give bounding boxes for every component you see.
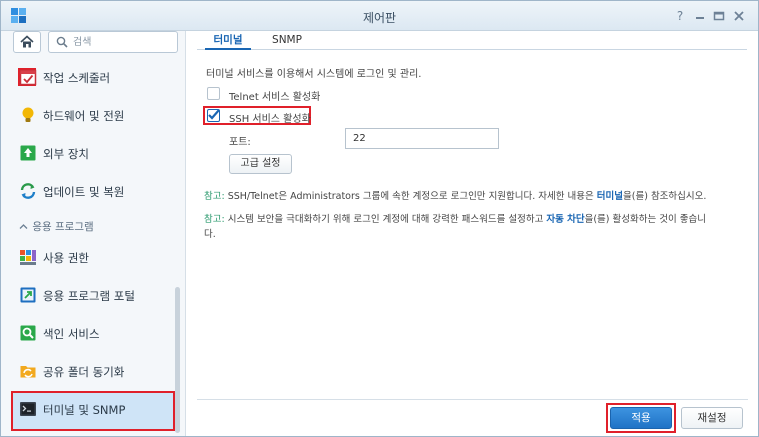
sidebar-item-label: 응용 프로그램 포털 [43, 289, 135, 303]
port-input[interactable] [345, 128, 499, 149]
external-device-icon [20, 145, 36, 161]
home-icon [20, 35, 34, 48]
sidebar-item-terminal-snmp[interactable]: 터미널 및 SNMP [11, 391, 175, 431]
sidebar-item-label: 터미널 및 SNMP [43, 403, 126, 417]
ssh-checkbox[interactable] [207, 109, 220, 122]
note-text: SSH/Telnet은 Administrators 그룹에 속한 계정으로 로… [224, 191, 597, 202]
lightbulb-icon [22, 107, 34, 122]
sidebar-item-label: 작업 스케줄러 [43, 71, 111, 85]
minimize-icon[interactable] [693, 9, 707, 23]
app-portal-icon [20, 287, 36, 303]
terminal-help-link[interactable]: 터미널 [597, 191, 623, 202]
footer-divider [197, 399, 748, 400]
auto-block-link[interactable]: 자동 차단 [546, 214, 584, 225]
maximize-icon[interactable] [712, 9, 726, 23]
tab-snmp[interactable]: SNMP [261, 31, 313, 50]
search-input[interactable] [73, 34, 173, 50]
note-prefix: 참고: [204, 191, 225, 202]
sidebar-item-privileges[interactable]: 사용 권한 [11, 239, 175, 275]
note-prefix: 참고: [204, 214, 225, 225]
help-icon[interactable]: ? [673, 9, 687, 23]
apply-button[interactable]: 적용 [610, 407, 672, 429]
sidebar-item-label: 외부 장치 [43, 147, 89, 161]
note-text: 시스템 보안을 극대화하기 위해 로그인 계정에 대해 강력한 패스워드를 설정… [224, 214, 547, 225]
telnet-label: Telnet 서비스 활성화 [229, 92, 321, 103]
main-content: 터미널 SNMP 터미널 서비스를 이용해서 시스템에 로그인 및 관리. Te… [187, 31, 758, 436]
sidebar-item-label: 사용 권한 [43, 251, 89, 265]
sidebar-item-shared-folder-sync[interactable]: 공유 폴더 동기화 [11, 353, 175, 389]
note-text-suffix: 을(를) 참조하십시오. [623, 191, 707, 202]
terminal-icon [20, 402, 36, 416]
sidebar-item-label: 하드웨어 및 전원 [43, 109, 125, 123]
folder-sync-icon [20, 366, 36, 378]
section-header-applications[interactable]: 응용 프로그램 [19, 219, 94, 234]
title-bar[interactable]: 제어판 ? [1, 1, 758, 31]
update-restore-icon [20, 183, 36, 199]
advanced-settings-button[interactable]: 고급 설정 [229, 154, 292, 174]
sidebar-item-label: 색인 서비스 [43, 327, 100, 341]
reset-button[interactable]: 재설정 [681, 407, 743, 429]
privileges-icon [20, 250, 36, 265]
checkmark-icon [208, 109, 220, 120]
window-title: 제어판 [362, 11, 397, 25]
sidebar-item-indexing-service[interactable]: 색인 서비스 [11, 315, 175, 351]
sidebar-item-label: 업데이트 및 복원 [43, 185, 125, 199]
telnet-checkbox[interactable] [207, 87, 220, 100]
home-button[interactable] [13, 31, 41, 53]
indexing-icon [20, 325, 36, 341]
chevron-up-icon [19, 221, 29, 233]
sidebar-item-task-scheduler[interactable]: 작업 스케줄러 [11, 59, 175, 95]
sidebar-item-application-portal[interactable]: 응용 프로그램 포털 [11, 277, 175, 313]
note-security: 참고: 시스템 보안을 극대화하기 위해 로그인 계정에 대해 강력한 패스워드… [204, 212, 706, 227]
control-panel-window: 제어판 ? 검색 작업 스케줄러 하드웨어 및 전원 외부 장치 업데이트 및 … [0, 0, 759, 437]
port-label: 포트: [229, 137, 251, 148]
search-box[interactable] [48, 31, 178, 53]
sidebar-item-update-restore[interactable]: 업데이트 및 복원 [11, 173, 175, 209]
sidebar-item-label: 공유 폴더 동기화 [43, 365, 125, 379]
sidebar-scrollbar[interactable] [175, 287, 180, 433]
sidebar-item-external-devices[interactable]: 외부 장치 [11, 135, 175, 171]
tab-bar: 터미널 SNMP [197, 31, 747, 50]
sidebar: 작업 스케줄러 하드웨어 및 전원 외부 장치 업데이트 및 복원 [1, 31, 186, 436]
note-security-continued: 다. [204, 229, 216, 240]
sidebar-item-hardware-power[interactable]: 하드웨어 및 전원 [11, 97, 175, 133]
close-icon[interactable] [732, 9, 746, 23]
search-icon [56, 36, 68, 48]
terminal-description: 터미널 서비스를 이용해서 시스템에 로그인 및 관리. [206, 69, 422, 80]
note-text-suffix: 을(를) 활성화하는 것이 좋습니 [584, 214, 706, 225]
tab-terminal[interactable]: 터미널 [205, 31, 251, 50]
section-header-label: 응용 프로그램 [32, 221, 94, 233]
ssh-label: SSH 서비스 활성화 [229, 114, 311, 125]
task-scheduler-icon [19, 69, 37, 86]
note-ssh-telnet: 참고: SSH/Telnet은 Administrators 그룹에 속한 계정… [204, 189, 706, 204]
